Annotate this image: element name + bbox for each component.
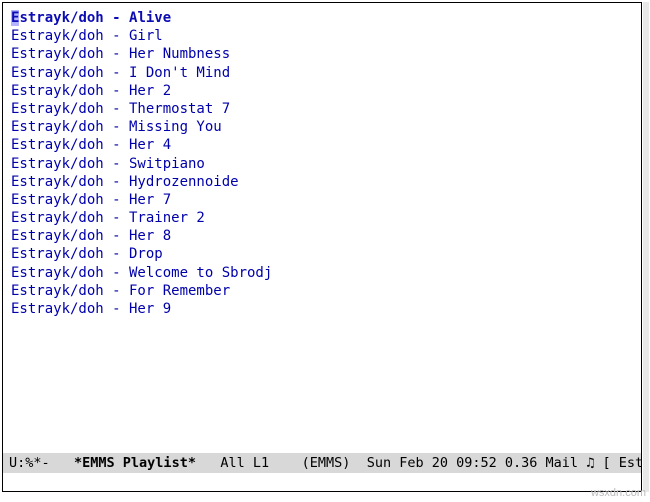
playlist-buffer[interactable]: Estrayk/doh - AliveEstrayk/doh - Girl Est… (3, 3, 641, 453)
playlist-track[interactable]: Estrayk/doh - Girl (11, 27, 633, 45)
track-label: Estrayk/doh - Hydrozennoide (11, 174, 239, 190)
track-label: Estrayk/doh - Switpiano (11, 156, 205, 172)
playlist-track[interactable]: Estrayk/doh - Her 9 (11, 300, 633, 318)
playlist-track[interactable]: Estrayk/doh - Her Numbness (11, 45, 633, 63)
playlist-track[interactable]: Estrayk/doh - Thermostat 7 (11, 100, 633, 118)
modeline-mail-indicator: Mail (546, 453, 579, 473)
music-note-icon: ♫ (586, 453, 594, 473)
modeline-buffer-name[interactable]: *EMMS Playlist* (74, 453, 196, 473)
modeline-position: All L1 (220, 453, 269, 473)
track-label: Estrayk/doh - Drop (11, 246, 163, 262)
playlist-track[interactable]: Estrayk/doh - Her 2 (11, 82, 633, 100)
track-label: Estrayk/doh - For Remember (11, 283, 230, 299)
playlist-track[interactable]: Estrayk/doh - I Don't Mind (11, 64, 633, 82)
playlist-track[interactable]: Estrayk/doh - Alive (11, 9, 633, 27)
track-label: Estrayk/doh - Girl (11, 28, 163, 44)
modeline-load-average: 0.36 (505, 453, 538, 473)
track-label: Estrayk/doh - Her 7 (11, 192, 171, 208)
playlist-track[interactable]: Estrayk/doh - Her 7 (11, 191, 633, 209)
track-label: Estrayk/doh - Her 2 (11, 83, 171, 99)
playlist-track[interactable]: Estrayk/doh - Her 4 (11, 136, 633, 154)
track-label: Estrayk/doh - I Don't Mind (11, 65, 230, 81)
modeline-datetime: Sun Feb 20 09:52 (367, 453, 497, 473)
minibuffer[interactable] (3, 473, 641, 491)
playlist-track[interactable]: Estrayk/doh - Her 8 (11, 227, 633, 245)
modeline-major-mode: (EMMS) (302, 453, 351, 473)
track-label: Estrayk/doh - Her 8 (11, 228, 171, 244)
watermark-text: wsxdn.com (591, 486, 646, 500)
playlist-track[interactable]: Estrayk/doh - For Remember (11, 282, 633, 300)
playlist-track[interactable]: Estrayk/doh - Hydrozennoide (11, 173, 633, 191)
track-label: Estrayk/doh - Trainer 2 (11, 210, 205, 226)
playlist-track[interactable]: Estrayk/doh - Drop (11, 245, 633, 263)
emacs-frame: Estrayk/doh - AliveEstrayk/doh - Girl Est… (2, 2, 642, 492)
modeline-coding-status: U:%*- (9, 453, 50, 473)
track-label: Estrayk/doh - Missing You (11, 119, 222, 135)
track-label: Estrayk/doh - Her 9 (11, 301, 171, 317)
playlist-track[interactable]: Estrayk/doh - Welcome to Sbrodj (11, 264, 633, 282)
playlist-track[interactable]: Estrayk/doh - Switpiano (11, 155, 633, 173)
modeline-now-playing: [ Est (602, 453, 641, 473)
track-label: Estrayk/doh - Her Numbness (11, 46, 230, 62)
track-label: strayk/doh - Alive (19, 10, 171, 26)
playlist-track[interactable]: Estrayk/doh - Trainer 2 (11, 209, 633, 227)
playlist-track[interactable]: Estrayk/doh - Missing You (11, 118, 633, 136)
track-label: Estrayk/doh - Thermostat 7 (11, 101, 230, 117)
vertical-scrollbar[interactable] (643, 2, 649, 492)
mode-line[interactable]: U:%*- *EMMS Playlist* All L1 (EMMS) Sun … (3, 453, 641, 473)
track-label: Estrayk/doh - Welcome to Sbrodj (11, 265, 272, 281)
track-label: Estrayk/doh - Her 4 (11, 137, 171, 153)
